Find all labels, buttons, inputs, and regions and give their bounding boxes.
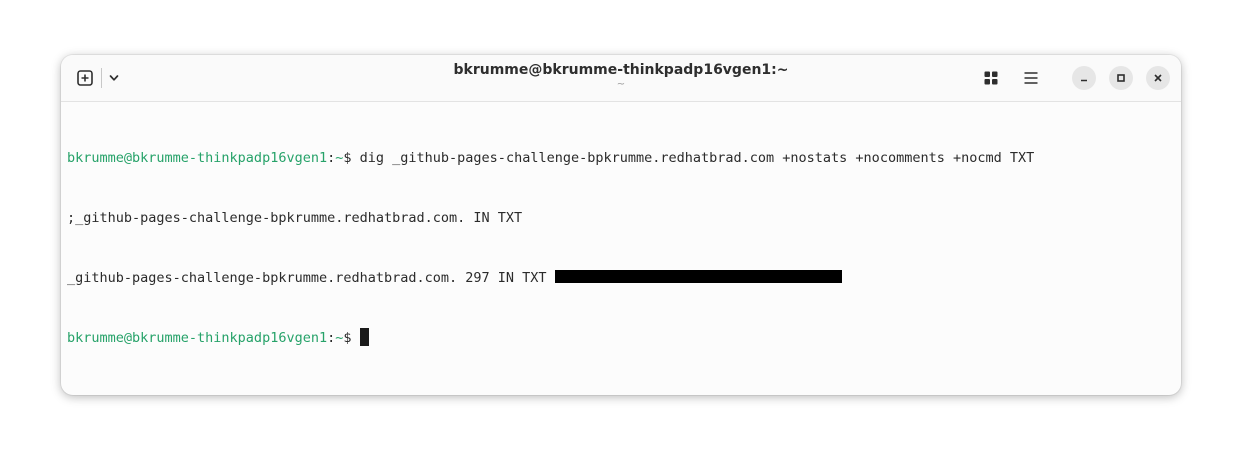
- prompt-colon: :: [327, 330, 336, 346]
- maximize-icon: [1117, 74, 1125, 82]
- prompt-colon: :: [327, 150, 336, 166]
- prompt-dollar: $: [343, 150, 360, 166]
- answer-text: _github-pages-challenge-bpkrumme.redhatb…: [67, 270, 555, 286]
- button-divider: [101, 68, 102, 88]
- tab-controls: [73, 66, 123, 90]
- prompt-dollar: $: [343, 330, 360, 346]
- terminal-output[interactable]: bkrumme@bkrumme-thinkpadp16vgen1:~$ dig …: [67, 108, 1175, 389]
- new-tab-button[interactable]: [73, 66, 97, 90]
- terminal-window: bkrumme@bkrumme-thinkpadp16vgen1:~ ~ bkr…: [61, 55, 1181, 395]
- text-cursor: [359, 328, 369, 346]
- close-icon: [1154, 74, 1162, 82]
- command-line: bkrumme@bkrumme-thinkpadp16vgen1:~$ dig …: [67, 148, 1175, 168]
- chevron-down-icon: [109, 75, 119, 81]
- maximize-button[interactable]: [1109, 66, 1133, 90]
- header-bar: bkrumme@bkrumme-thinkpadp16vgen1:~ ~: [61, 55, 1181, 102]
- window-controls: [979, 66, 1170, 90]
- new-tab-icon: [77, 70, 93, 86]
- grid-icon: [984, 71, 998, 85]
- tab-menu-button[interactable]: [105, 66, 123, 90]
- prompt-user-host: bkrumme@bkrumme-thinkpadp16vgen1: [67, 150, 328, 166]
- hamburger-icon: [1024, 72, 1038, 84]
- redacted-value: [554, 270, 842, 283]
- minimize-icon: [1081, 79, 1087, 82]
- command-text: dig _github-pages-challenge-bpkrumme.red…: [359, 150, 1035, 166]
- answer-line: _github-pages-challenge-bpkrumme.redhatb…: [67, 268, 1175, 288]
- prompt-user-host: bkrumme@bkrumme-thinkpadp16vgen1: [67, 330, 328, 346]
- main-menu-button[interactable]: [1019, 66, 1043, 90]
- minimize-button[interactable]: [1072, 66, 1096, 90]
- question-line: ;_github-pages-challenge-bpkrumme.redhat…: [67, 210, 523, 226]
- current-prompt-line: bkrumme@bkrumme-thinkpadp16vgen1:~$: [67, 328, 1175, 348]
- close-button[interactable]: [1146, 66, 1170, 90]
- tab-overview-button[interactable]: [979, 66, 1003, 90]
